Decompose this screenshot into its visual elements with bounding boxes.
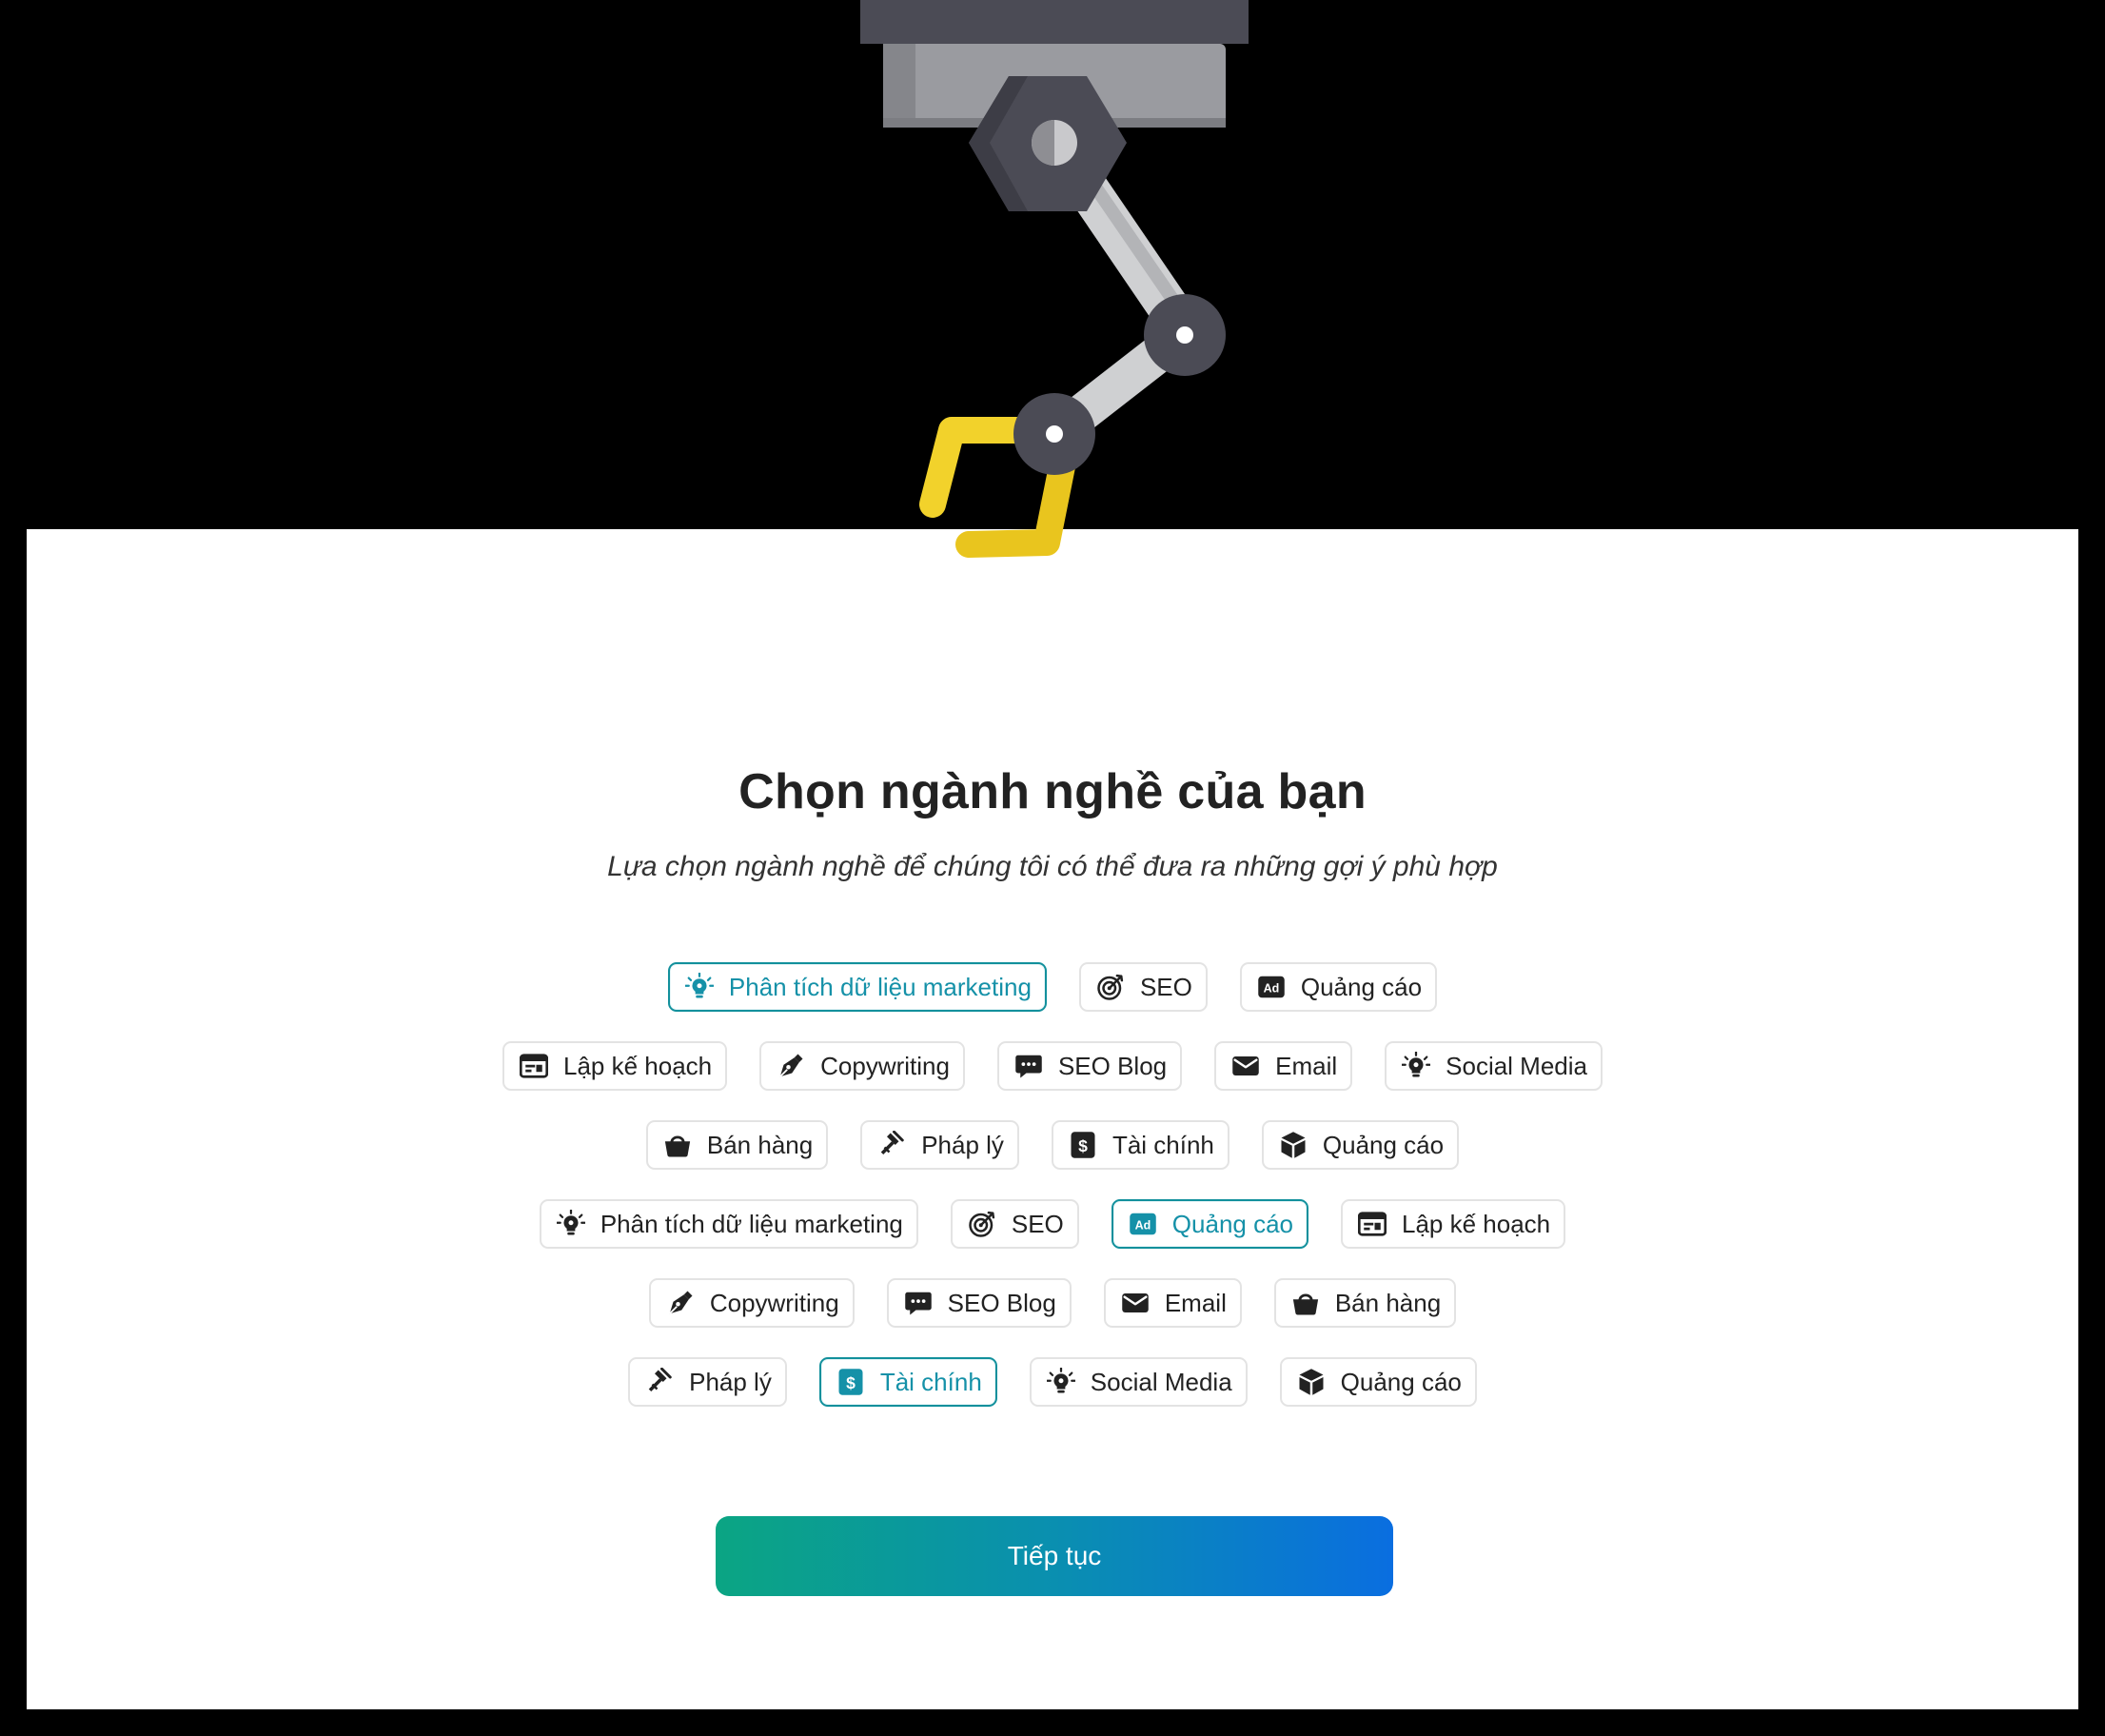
industry-chip[interactable]: Copywriting (648, 1278, 855, 1328)
industry-chip[interactable]: SEO (1078, 962, 1208, 1012)
pen-icon (777, 1052, 805, 1080)
target-icon (968, 1210, 996, 1238)
industry-chip[interactable]: Pháp lý (860, 1120, 1019, 1170)
basket-icon (1291, 1289, 1320, 1317)
industry-chip-label: Pháp lý (689, 1367, 772, 1396)
industry-chip[interactable]: SEO Blog (886, 1278, 1072, 1328)
gavel-icon (877, 1131, 906, 1159)
industry-chip[interactable]: Copywriting (759, 1041, 965, 1091)
industry-chip-label: Social Media (1090, 1367, 1232, 1396)
industry-chip[interactable]: SEO Blog (996, 1041, 1183, 1091)
chip-row: Lập kế hoạch Copywriting SEO Blog Email Soci… (27, 1041, 2078, 1091)
dollar-icon (1069, 1131, 1097, 1159)
industry-chip[interactable]: Social Media (1029, 1357, 1248, 1407)
industry-chip-label: Copywriting (709, 1288, 839, 1317)
mail-icon (1231, 1052, 1260, 1080)
chat-icon (904, 1289, 933, 1317)
industry-chip-label: Quảng cáo (1322, 1130, 1445, 1159)
box-icon (1279, 1131, 1308, 1159)
chip-row: Pháp lý Tài chính Social Media Quảng cáo (27, 1357, 2078, 1407)
industry-chip[interactable]: Quảng cáo (1279, 1357, 1477, 1407)
industry-chip-label: Email (1164, 1288, 1227, 1317)
basket-icon (663, 1131, 692, 1159)
industry-chip-label: Quảng cáo (1300, 972, 1423, 1001)
industry-chip[interactable]: Bán hàng (1273, 1278, 1457, 1328)
page-title: Chọn ngành nghề của bạn (738, 764, 1367, 819)
robot-arm-illustration (860, 0, 1249, 558)
mail-icon (1121, 1289, 1150, 1317)
chat-icon (1014, 1052, 1043, 1080)
bulb-icon (685, 973, 714, 1001)
industry-chip[interactable]: Email (1214, 1041, 1353, 1091)
pen-icon (666, 1289, 695, 1317)
industry-chip-label: Phân tích dữ liệu marketing (728, 972, 1032, 1001)
industry-chip-label: Pháp lý (921, 1130, 1004, 1159)
dollar-icon (836, 1368, 865, 1396)
industry-chip-label: Tài chính (879, 1367, 982, 1396)
industry-chip-label: Bán hàng (1334, 1288, 1442, 1317)
industry-selection-card: Chọn ngành nghề của bạn Lựa chọn ngành n… (27, 529, 2078, 1709)
industry-chip[interactable]: Bán hàng (645, 1120, 829, 1170)
industry-chip[interactable]: Phân tích dữ liệu marketing (667, 962, 1047, 1012)
industry-chip-label: SEO Blog (947, 1288, 1056, 1317)
industry-chip[interactable]: Email (1103, 1278, 1242, 1328)
planner-icon (1358, 1210, 1387, 1238)
chip-row: Phân tích dữ liệu marketing SEO Quảng cáo L… (27, 1199, 2078, 1249)
industry-chip-label: Phân tích dữ liệu marketing (600, 1209, 903, 1238)
continue-button[interactable]: Tiếp tục (716, 1516, 1393, 1596)
industry-chip-label: Tài chính (1112, 1130, 1214, 1159)
industry-chip[interactable]: Lập kế hoạch (502, 1041, 728, 1091)
industry-chip[interactable]: Tài chính (1051, 1120, 1230, 1170)
ad-icon (1129, 1210, 1157, 1238)
chip-row: Bán hàng Pháp lý Tài chính Quảng cáo (27, 1120, 2078, 1170)
industry-chip-label: Lập kế hoạch (1402, 1209, 1551, 1238)
industry-chip[interactable]: Tài chính (818, 1357, 997, 1407)
page-subtitle: Lựa chọn ngành nghề để chúng tôi có thể … (607, 851, 1498, 882)
industry-chip-label: SEO Blog (1057, 1051, 1168, 1080)
industry-chip[interactable]: Lập kế hoạch (1341, 1199, 1566, 1249)
industry-chip-label: Quảng cáo (1340, 1367, 1462, 1396)
bulb-icon (1047, 1368, 1075, 1396)
box-icon (1297, 1368, 1326, 1396)
industry-chip-label: SEO (1139, 972, 1192, 1001)
industry-chip[interactable]: SEO (950, 1199, 1079, 1249)
industry-chip-label: Social Media (1446, 1051, 1587, 1080)
target-icon (1096, 973, 1125, 1001)
chip-row: Phân tích dữ liệu marketing SEO Quảng cáo (27, 962, 2078, 1012)
industry-chip-label: SEO (1011, 1209, 1064, 1238)
gavel-icon (645, 1368, 674, 1396)
bulb-icon (1402, 1052, 1430, 1080)
industry-chip[interactable]: Quảng cáo (1261, 1120, 1460, 1170)
industry-chip-label: Quảng cáo (1171, 1209, 1294, 1238)
industry-chip-label: Lập kế hoạch (562, 1051, 713, 1080)
industry-chip-list: Phân tích dữ liệu marketing SEO Quảng cáo L… (27, 962, 2078, 1436)
industry-chip[interactable]: Quảng cáo (1111, 1199, 1309, 1249)
planner-icon (520, 1052, 548, 1080)
industry-chip-label: Email (1275, 1051, 1338, 1080)
ad-icon (1257, 973, 1286, 1001)
industry-chip[interactable]: Pháp lý (628, 1357, 787, 1407)
industry-chip-label: Bán hàng (706, 1130, 814, 1159)
industry-chip[interactable]: Phân tích dữ liệu marketing (539, 1199, 918, 1249)
chip-row: Copywriting SEO Blog Email Bán hàng (27, 1278, 2078, 1328)
bulb-icon (557, 1210, 585, 1238)
industry-chip-label: Copywriting (820, 1051, 950, 1080)
industry-chip[interactable]: Quảng cáo (1239, 962, 1438, 1012)
industry-chip[interactable]: Social Media (1385, 1041, 1603, 1091)
